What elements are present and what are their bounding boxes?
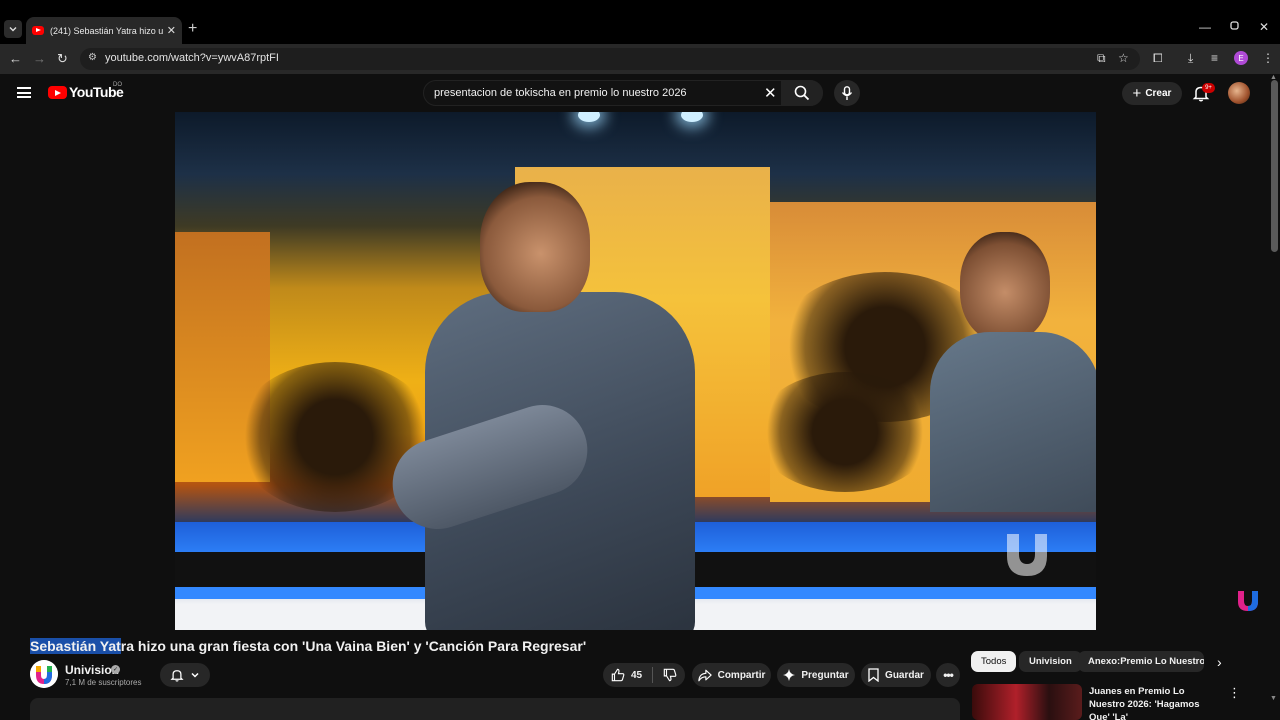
chip-univision[interactable]: Univision	[1019, 651, 1082, 672]
install-app-icon[interactable]: ⧉	[1097, 51, 1106, 66]
performer	[380, 182, 715, 630]
recommended-menu-icon[interactable]: ⋮	[1228, 685, 1241, 701]
bookmark-icon	[868, 668, 879, 682]
address-bar[interactable]: ⚙ youtube.com/watch?v=ywvA87rptFI	[80, 48, 1140, 70]
thumbs-up-icon	[611, 668, 625, 682]
search-box[interactable]: presentacion de tokischa en premio lo nu…	[423, 80, 823, 106]
menu-icon[interactable]	[17, 87, 31, 98]
recommended-title[interactable]: Juanes en Premio Lo Nuestro 2026: 'Hagam…	[1089, 685, 1217, 720]
more-horizontal-icon: •••	[943, 668, 954, 682]
bookmark-star-icon[interactable]: ☆	[1118, 51, 1129, 65]
dislike-button[interactable]	[663, 668, 677, 682]
divider	[652, 667, 654, 683]
save-button[interactable]: Guardar	[861, 663, 931, 687]
youtube-masthead: YouTube DO presentacion de tokischa en p…	[0, 74, 1280, 112]
stage-light	[578, 112, 600, 122]
minimize-icon[interactable]: —	[1199, 20, 1211, 34]
search-button[interactable]	[781, 80, 823, 106]
microphone-icon	[841, 85, 853, 100]
sparkle-icon	[783, 669, 796, 681]
url-text: youtube.com/watch?v=ywvA87rptFI	[105, 52, 279, 64]
univision-logo-icon	[30, 660, 58, 688]
page-scrollbar[interactable]	[1271, 80, 1278, 252]
ask-button[interactable]: Preguntar	[777, 663, 855, 687]
chip-todos[interactable]: Todos	[971, 651, 1017, 672]
chevron-right-icon[interactable]: ›	[1217, 654, 1222, 670]
plus-icon: +	[1132, 84, 1142, 102]
video-player[interactable]	[175, 112, 1096, 630]
reload-icon[interactable]: ↻	[57, 51, 68, 67]
univision-watermark-icon	[1007, 534, 1047, 576]
restore-icon[interactable]	[1229, 20, 1240, 31]
description-panel[interactable]	[30, 698, 960, 720]
ask-label: Preguntar	[801, 669, 849, 681]
verified-badge-icon: ✓	[111, 665, 120, 674]
video-title-selected: Sebastián Yat	[30, 638, 121, 654]
media-control-icon[interactable]: ≡	[1211, 51, 1218, 65]
video-title-rest: ra hizo una gran fiesta con 'Una Vaina B…	[120, 638, 587, 654]
tab-search-dropdown[interactable]	[4, 20, 22, 38]
share-label: Compartir	[717, 669, 766, 681]
profile-avatar[interactable]: E	[1234, 51, 1248, 65]
notifications-badge: 9+	[1202, 83, 1215, 93]
back-icon[interactable]: ←	[9, 51, 22, 66]
palm-silhouette	[755, 372, 935, 492]
chevron-down-icon	[9, 27, 17, 32]
like-count: 45	[630, 669, 643, 681]
thumbs-down-icon	[663, 668, 677, 682]
bell-icon	[170, 670, 184, 682]
like-button[interactable]: 45	[611, 668, 642, 682]
downloads-icon[interactable]: ⤓	[1188, 51, 1193, 66]
like-dislike-group: 45	[603, 663, 685, 687]
account-avatar[interactable]	[1228, 82, 1250, 104]
site-info-icon[interactable]: ⚙	[88, 52, 97, 63]
subscriber-count: 7,1 M de suscriptores	[65, 678, 142, 687]
scroll-up-icon[interactable]: ▲	[1270, 74, 1277, 81]
more-actions-button[interactable]: •••	[936, 663, 960, 687]
browser-toolbar: ← → ↻ ⚙ youtube.com/watch?v=ywvA87rptFI …	[0, 44, 1280, 74]
clear-search-icon[interactable]: ✕	[764, 84, 777, 102]
create-button[interactable]: + Crear	[1122, 82, 1182, 105]
stage-light	[681, 112, 703, 122]
share-icon	[697, 669, 712, 681]
stage-screen-performer	[930, 232, 1096, 512]
chevron-down-icon	[191, 672, 199, 678]
search-icon	[794, 85, 810, 101]
voice-search-button[interactable]	[834, 80, 860, 106]
univision-logo-icon	[1238, 591, 1258, 611]
save-label: Guardar	[885, 669, 924, 681]
youtube-logo-icon[interactable]	[48, 86, 67, 99]
scroll-down-icon[interactable]: ▼	[1270, 695, 1277, 702]
channel-avatar[interactable]	[30, 660, 58, 688]
share-button[interactable]: Compartir	[692, 663, 771, 687]
forward-icon[interactable]: →	[33, 51, 46, 66]
country-code: DO	[113, 82, 122, 88]
subscription-notifications-button[interactable]	[160, 663, 210, 687]
search-input[interactable]: presentacion de tokischa en premio lo nu…	[434, 87, 687, 99]
extensions-icon[interactable]: ⧠	[1153, 51, 1163, 66]
recommended-thumbnail[interactable]	[972, 684, 1082, 720]
new-tab-button[interactable]: +	[188, 20, 197, 38]
more-menu-icon[interactable]: ⋮	[1262, 51, 1274, 65]
tab-close-icon[interactable]: ✕	[167, 24, 176, 37]
youtube-favicon-icon	[32, 26, 44, 35]
browser-tab-active[interactable]: (241) Sebastián Yatra hizo una gran fies…	[26, 17, 182, 44]
video-title: Sebastián Yatra hizo una gran fiesta con…	[30, 638, 586, 654]
chip-anexo[interactable]: Anexo:Premio Lo Nuestro 2026	[1078, 651, 1204, 672]
browser-tab-bar: (241) Sebastián Yatra hizo una gran fies…	[0, 0, 1280, 44]
close-window-icon[interactable]: ✕	[1259, 20, 1269, 34]
create-label: Crear	[1145, 88, 1172, 99]
tab-title: (241) Sebastián Yatra hizo una gran fies…	[50, 25, 163, 36]
